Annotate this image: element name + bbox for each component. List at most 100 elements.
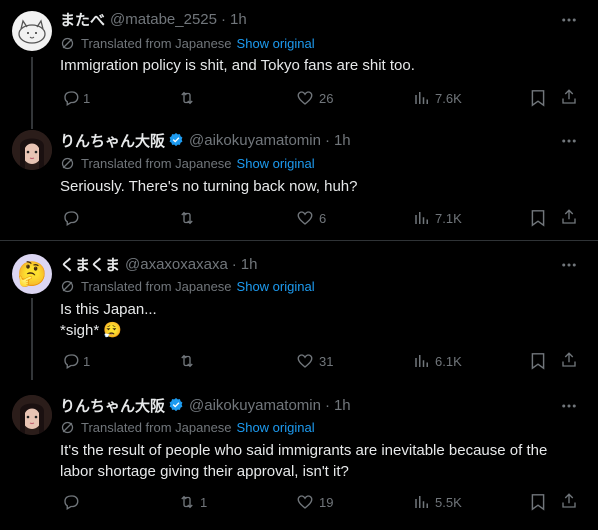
views-button[interactable]: 5.5K (413, 491, 462, 513)
translated-label: Translated from Japanese (81, 155, 232, 171)
retweet-icon (181, 211, 193, 225)
tweet-2[interactable]: りんちゃん大阪 @aikokuyamatomin · 1h Translated… (0, 130, 598, 235)
show-original-link[interactable]: Show original (237, 279, 315, 294)
translate-icon (61, 421, 74, 433)
user-handle[interactable]: @matabe_2525 (110, 11, 217, 28)
retweet-button[interactable] (177, 87, 200, 109)
timestamp[interactable]: 1h (334, 132, 351, 149)
thinking-face-avatar-icon: 🤔 (17, 260, 47, 288)
like-button[interactable]: 31 (296, 350, 333, 372)
translation-notice: Translated from Japanese Show original (60, 154, 315, 172)
display-name[interactable]: りんちゃん大阪 (60, 130, 165, 151)
share-icon[interactable] (560, 208, 578, 226)
like-count: 19 (319, 494, 334, 510)
tweet-text-line: Is this Japan... (60, 301, 157, 318)
tweet-text-span: *sigh* (60, 322, 100, 339)
avatar[interactable]: 🤔 (12, 254, 52, 294)
retweet-button[interactable] (177, 207, 200, 229)
reply-button[interactable]: 1 (62, 350, 90, 372)
translated-label: Translated from Japanese (81, 278, 232, 294)
separator-dot: · (324, 131, 330, 149)
bookmark-icon[interactable] (530, 352, 546, 370)
translated-label: Translated from Japanese (81, 35, 232, 51)
bookmark-icon[interactable] (530, 89, 546, 107)
more-options-icon[interactable] (560, 397, 578, 415)
heart-icon (297, 495, 313, 509)
translated-label: Translated from Japanese (81, 419, 232, 435)
show-original-link[interactable]: Show original (237, 156, 315, 171)
avatar[interactable] (12, 130, 52, 170)
action-bar: 6 7.1K (0, 207, 598, 229)
share-icon[interactable] (560, 351, 578, 369)
user-handle[interactable]: @aikokuyamatomin (189, 132, 321, 149)
share-icon[interactable] (560, 88, 578, 106)
tweet-text: Is this Japan... *sigh* 😮‍💨 (60, 299, 578, 341)
bookmark-icon[interactable] (530, 493, 546, 511)
view-count: 7.6K (435, 90, 462, 106)
separator-dot: · (231, 255, 237, 273)
show-original-link[interactable]: Show original (237, 36, 315, 51)
like-count: 6 (319, 210, 327, 226)
separator-dot: · (221, 10, 226, 28)
retweet-icon (181, 495, 193, 509)
tweet-text-line: *sigh* 😮‍💨 (60, 320, 578, 341)
retweet-icon (181, 354, 193, 368)
user-photo-avatar-icon (12, 395, 52, 435)
tweet-1[interactable]: またべ @matabe_2525 · 1h Translated from Ja… (0, 9, 598, 129)
more-options-icon[interactable] (560, 256, 578, 274)
reply-icon (64, 91, 79, 106)
reply-button[interactable] (62, 491, 83, 513)
action-bar: 1 19 5.5K (0, 491, 598, 513)
translation-notice: Translated from Japanese Show original (60, 277, 315, 295)
views-chart-icon (415, 212, 428, 224)
more-options-icon[interactable] (560, 132, 578, 150)
tweet-text: Seriously. There's no turning back now, … (60, 178, 358, 195)
timestamp[interactable]: 1h (241, 256, 258, 273)
views-button[interactable]: 7.1K (413, 207, 462, 229)
tweet-text: Immigration policy is shit, and Tokyo fa… (60, 57, 415, 74)
views-button[interactable]: 7.6K (413, 87, 462, 109)
timestamp[interactable]: 1h (334, 397, 351, 414)
avatar[interactable] (12, 11, 52, 51)
heart-icon (297, 354, 313, 368)
verified-badge-icon[interactable] (168, 132, 184, 148)
like-button[interactable]: 26 (296, 87, 333, 109)
translate-icon (61, 280, 74, 292)
user-handle[interactable]: @aikokuyamatomin (189, 397, 321, 414)
display-name[interactable]: またべ (60, 9, 105, 30)
retweet-button[interactable]: 1 (177, 491, 207, 513)
reply-button[interactable] (62, 207, 83, 229)
retweet-button[interactable] (177, 350, 200, 372)
like-count: 26 (319, 90, 334, 106)
tweet-3[interactable]: 🤔 くまくま @axaxoxaxaxa · 1h Translated from… (0, 254, 598, 380)
action-bar: 1 31 6.1K (0, 350, 598, 372)
like-button[interactable]: 19 (296, 491, 333, 513)
tweet-text: It's the result of people who said immig… (60, 440, 578, 482)
avatar[interactable] (12, 395, 52, 435)
display-name[interactable]: くまくま (60, 254, 120, 275)
verified-badge-icon[interactable] (168, 397, 184, 413)
thread-divider (0, 240, 598, 241)
views-button[interactable]: 6.1K (413, 350, 462, 372)
bookmark-icon[interactable] (530, 209, 546, 227)
tweet-text-line: labor shortage giving their approval, is… (60, 463, 349, 480)
show-original-link[interactable]: Show original (237, 420, 315, 435)
display-name[interactable]: りんちゃん大阪 (60, 395, 165, 416)
heart-icon (297, 211, 313, 225)
heart-icon (297, 91, 313, 105)
user-handle[interactable]: @axaxoxaxaxa (125, 256, 228, 273)
tweet-text-line: It's the result of people who said immig… (60, 442, 548, 459)
translate-icon (61, 37, 74, 49)
share-icon[interactable] (560, 492, 578, 510)
translation-notice: Translated from Japanese Show original (60, 418, 315, 436)
tweet-4[interactable]: りんちゃん大阪 @aikokuyamatomin · 1h Translated… (0, 395, 598, 525)
timestamp[interactable]: 1h (230, 11, 247, 28)
views-chart-icon (415, 355, 428, 367)
exhale-emoji: 😮‍💨 (103, 322, 123, 339)
like-button[interactable]: 6 (296, 207, 326, 229)
reply-button[interactable]: 1 (62, 87, 90, 109)
views-chart-icon (415, 92, 428, 104)
more-options-icon[interactable] (560, 11, 578, 29)
view-count: 6.1K (435, 353, 462, 369)
reply-icon (64, 495, 79, 510)
